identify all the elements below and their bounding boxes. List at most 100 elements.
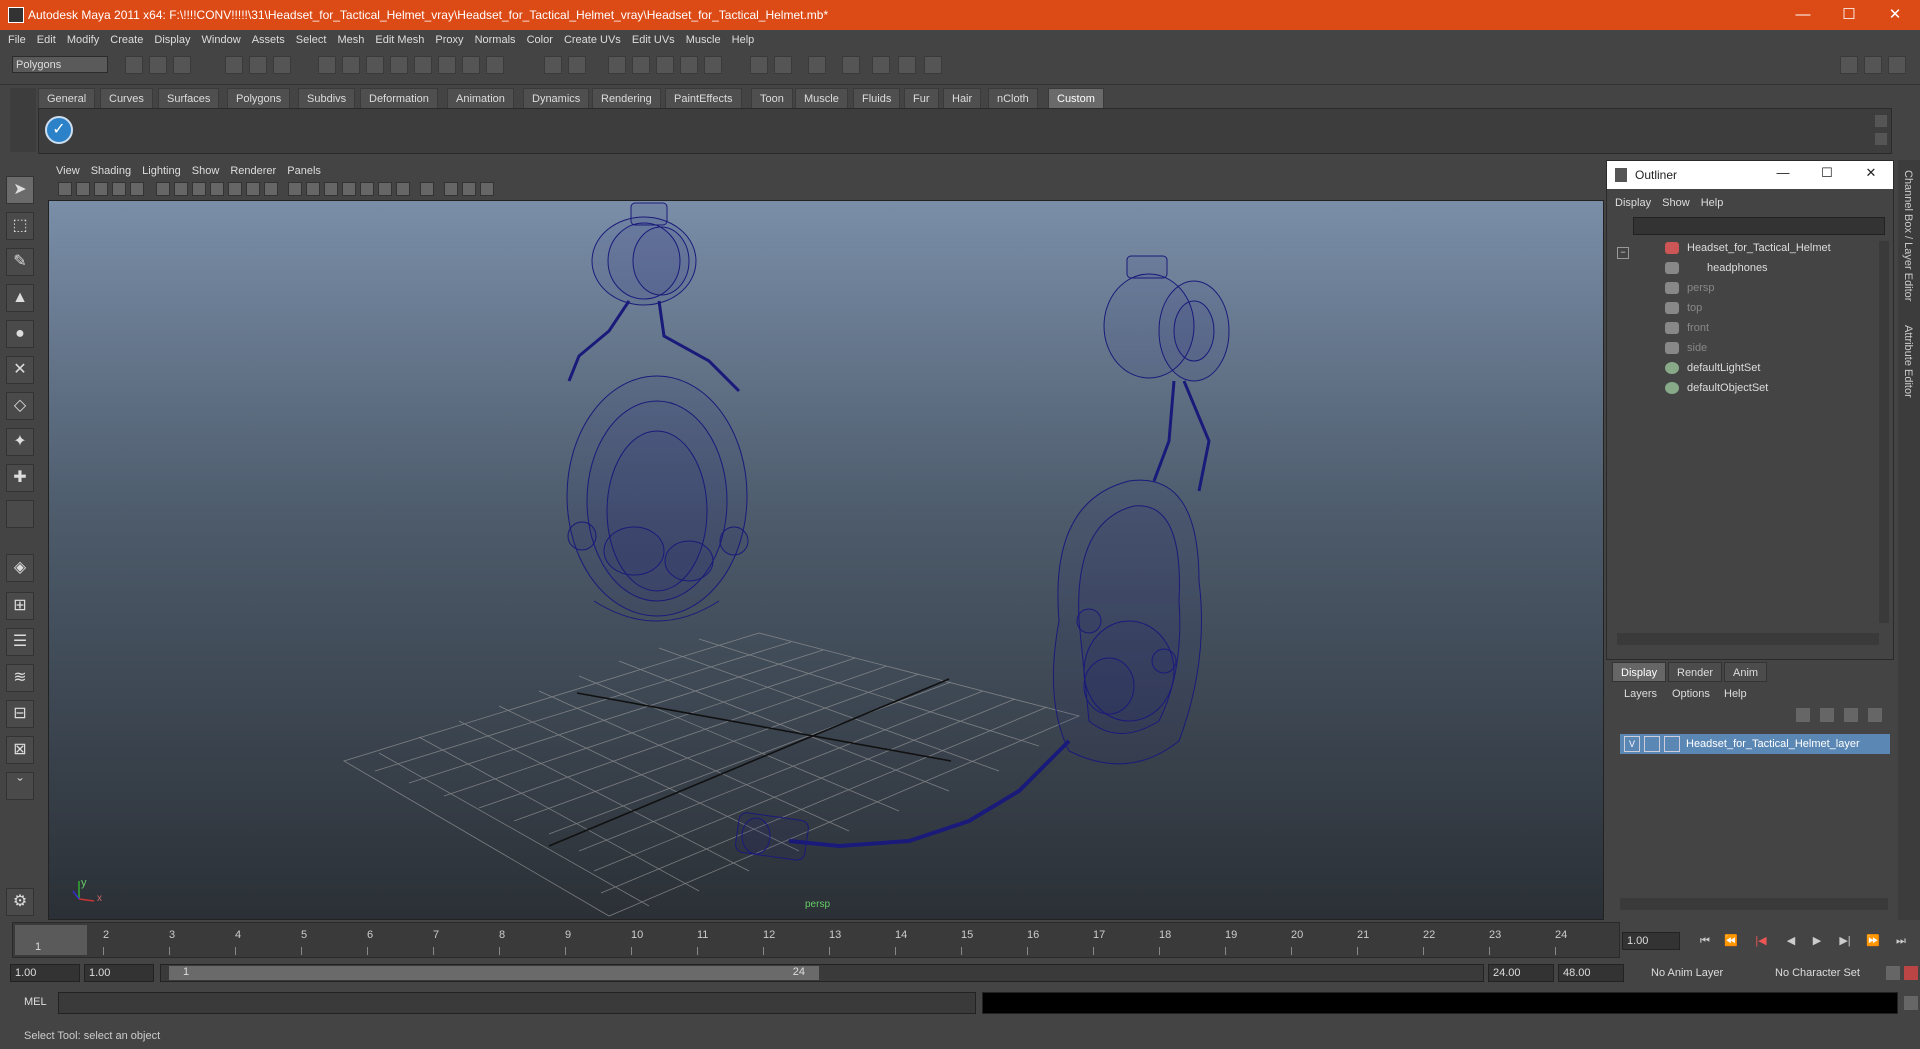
animation-prefs-icon[interactable] [1904, 966, 1918, 980]
menu-edit-uvs[interactable]: Edit UVs [624, 30, 675, 50]
make-live-icon[interactable] [414, 56, 432, 74]
paint-select-tool-icon[interactable]: ✎ [6, 248, 34, 276]
input-ops-icon[interactable] [462, 56, 480, 74]
menu-select[interactable]: Select [288, 30, 327, 50]
shelf-scroll-down-icon[interactable] [1875, 133, 1887, 145]
checkmark-shelf-icon[interactable]: ✓ [45, 116, 73, 144]
show-window-icon[interactable] [774, 56, 792, 74]
layout-expand-icon[interactable]: ˇ [6, 772, 34, 800]
outliner-close-button[interactable]: ✕ [1861, 165, 1881, 181]
new-layer-icon[interactable] [1796, 708, 1810, 722]
menu-create[interactable]: Create [102, 30, 143, 50]
safe-action-icon[interactable] [246, 182, 260, 196]
wireframe-icon[interactable] [288, 182, 302, 196]
shelf-scroll-up-icon[interactable] [1875, 115, 1887, 127]
smooth-shade-icon[interactable] [306, 182, 320, 196]
playblast-icon[interactable] [750, 56, 768, 74]
channel-box-tab[interactable]: Channel Box / Layer Editor [1902, 170, 1914, 301]
rotate-icon[interactable] [808, 56, 826, 74]
new-layer-selected-icon[interactable] [1820, 708, 1834, 722]
shelf-tab-general[interactable]: General [38, 88, 96, 108]
shelf-tab-rendering[interactable]: Rendering [592, 88, 661, 108]
shelf-tab-subdivs[interactable]: Subdivs [298, 88, 356, 108]
go-to-end-icon[interactable]: ⏭ [1892, 932, 1910, 950]
shelf-options-handle[interactable] [10, 88, 36, 152]
shelf-tab-painteffects[interactable]: PaintEffects [665, 88, 742, 108]
manipulator-tool-icon[interactable]: ◇ [6, 392, 34, 420]
snap-grid-icon[interactable] [318, 56, 336, 74]
shelf-tab-fluids[interactable]: Fluids [853, 88, 901, 108]
textured-icon[interactable] [342, 182, 356, 196]
animation-end-field[interactable]: 48.00 [1558, 964, 1624, 982]
persp-trax-layout-icon[interactable]: ⊠ [6, 736, 34, 764]
step-back-key-icon[interactable]: ⏪ [1722, 932, 1740, 950]
layer-visibility-toggle[interactable]: V [1624, 736, 1640, 752]
layer-color-swatch[interactable] [1664, 736, 1680, 752]
outliner-item-headset[interactable]: Headset_for_Tactical_Helmet [1665, 239, 1831, 257]
tool-settings-toggle-icon[interactable] [1864, 56, 1882, 74]
outliner-item-top[interactable]: top [1665, 299, 1702, 317]
help-icon[interactable] [486, 56, 504, 74]
panel-menu-view[interactable]: View [48, 162, 80, 180]
lock-selection-icon[interactable] [544, 56, 562, 74]
go-to-start-icon[interactable]: ⏮ [1696, 932, 1714, 950]
isolate-select-icon[interactable] [420, 182, 434, 196]
shelf-tab-deformation[interactable]: Deformation [360, 88, 438, 108]
four-view-layout-icon[interactable]: ⊞ [6, 592, 34, 620]
attribute-editor-tab[interactable]: Attribute Editor [1902, 325, 1914, 398]
camera-attributes-icon[interactable] [76, 182, 90, 196]
select-hierarchy-icon[interactable] [225, 56, 243, 74]
render-settings-icon[interactable] [656, 56, 674, 74]
shelf-tab-polygons[interactable]: Polygons [227, 88, 291, 108]
select-object-icon[interactable] [249, 56, 267, 74]
channel-box-toggle-icon[interactable] [1888, 56, 1906, 74]
menu-create-uvs[interactable]: Create UVs [556, 30, 621, 50]
panel-menu-panels[interactable]: Panels [279, 162, 321, 180]
minimize-button[interactable]: — [1780, 0, 1826, 30]
menu-display[interactable]: Display [146, 30, 190, 50]
single-view-layout-icon[interactable]: ◈ [6, 554, 34, 582]
render-region-icon[interactable] [704, 56, 722, 74]
outliner-menu-help[interactable]: Help [1693, 193, 1724, 213]
move-up-layer-icon[interactable] [1844, 708, 1858, 722]
snap-point-icon[interactable] [366, 56, 384, 74]
range-bar[interactable]: 1 24 [169, 966, 819, 980]
layer-menu-options[interactable]: Options [1672, 688, 1710, 700]
wireframe-on-shaded-icon[interactable] [324, 182, 338, 196]
step-forward-frame-icon[interactable]: ▶| [1836, 932, 1854, 950]
new-scene-icon[interactable] [125, 56, 143, 74]
range-track[interactable]: 1 24 [160, 964, 1484, 982]
panel-menu-lighting[interactable]: Lighting [134, 162, 181, 180]
outliner-item-headphones[interactable]: headphones [1665, 259, 1768, 277]
default-light-icon[interactable] [360, 182, 374, 196]
outliner-item-front[interactable]: front [1665, 319, 1709, 337]
show-manipulator-icon[interactable]: ✚ [6, 464, 34, 492]
panel-menu-shading[interactable]: Shading [83, 162, 131, 180]
outliner-filter-input[interactable] [1633, 217, 1885, 235]
shelf-tab-fur[interactable]: Fur [904, 88, 939, 108]
scale-tool-icon[interactable]: ✕ [6, 356, 34, 384]
script-editor-icon[interactable] [1904, 996, 1918, 1010]
menu-assets[interactable]: Assets [244, 30, 285, 50]
xray-joints-icon[interactable] [462, 182, 476, 196]
playback-end-field[interactable]: 24.00 [1488, 964, 1554, 982]
render-view-icon[interactable] [842, 56, 860, 74]
menu-window[interactable]: Window [194, 30, 241, 50]
all-lights-icon[interactable] [378, 182, 392, 196]
soft-mod-tool-icon[interactable]: ✦ [6, 428, 34, 456]
outliner-item-defaultlightset[interactable]: defaultLightSet [1665, 359, 1760, 377]
select-tool-icon[interactable]: ➤ [6, 176, 34, 204]
play-forwards-icon[interactable]: ▶ [1808, 932, 1826, 950]
resolution-gate-icon[interactable] [192, 182, 206, 196]
command-language-toggle[interactable]: MEL [24, 996, 47, 1008]
anim-layer-dropdown[interactable]: No Anim Layer [1646, 964, 1758, 982]
outliner-minimize-button[interactable]: — [1773, 165, 1793, 180]
render-current-icon[interactable] [608, 56, 626, 74]
layer-type-toggle[interactable] [1644, 736, 1660, 752]
outliner-menu-display[interactable]: Display [1607, 193, 1651, 213]
shelf-tab-muscle[interactable]: Muscle [795, 88, 848, 108]
select-component-icon[interactable] [273, 56, 291, 74]
shelf-tab-curves[interactable]: Curves [100, 88, 153, 108]
lasso-tool-icon[interactable]: ⬚ [6, 212, 34, 240]
gate-mask-icon[interactable] [210, 182, 224, 196]
